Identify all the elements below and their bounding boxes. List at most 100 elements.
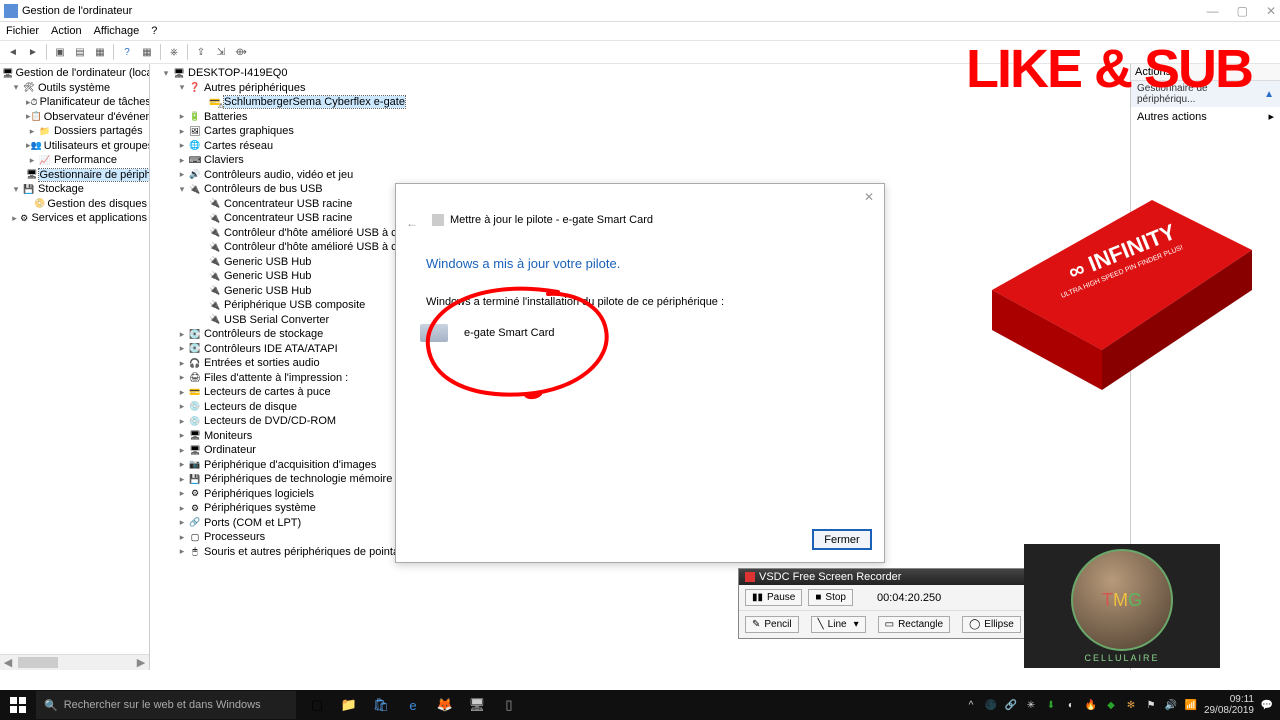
tree-item[interactable]: Generic USB Hub bbox=[224, 285, 311, 297]
minimize-button[interactable]: — bbox=[1207, 4, 1219, 18]
tree-item[interactable]: Cartes réseau bbox=[204, 140, 273, 152]
tree-item[interactable]: Concentrateur USB racine bbox=[224, 212, 352, 224]
rectangle-tool[interactable]: ▭Rectangle bbox=[878, 616, 950, 633]
tree-item[interactable]: Processeurs bbox=[204, 531, 265, 543]
tree-item[interactable]: Périphérique d'acquisition d'images bbox=[204, 459, 376, 471]
forward-button[interactable]: ► bbox=[24, 43, 42, 61]
ellipse-tool[interactable]: ◯Ellipse bbox=[962, 616, 1021, 633]
tree-item[interactable]: Performance bbox=[54, 154, 117, 166]
tree-item[interactable]: Périphériques logiciels bbox=[204, 488, 314, 500]
scroll-left[interactable]: ◀ bbox=[0, 655, 16, 670]
toolbar-icon[interactable]: ▣ bbox=[51, 43, 69, 61]
tree-item[interactable]: Souris et autres périphériques de pointa… bbox=[204, 546, 411, 558]
app-icon[interactable]: 🖥 bbox=[464, 692, 490, 718]
tree-item[interactable]: Lecteurs de DVD/CD-ROM bbox=[204, 415, 336, 427]
other-actions[interactable]: Autres actions▸ bbox=[1131, 107, 1280, 126]
edge-icon[interactable]: e bbox=[400, 692, 426, 718]
tree-services[interactable]: Services et applications bbox=[31, 212, 147, 224]
toolbar-icon[interactable]: ▤ bbox=[71, 43, 89, 61]
tree-item[interactable]: Ordinateur bbox=[204, 444, 256, 456]
tray-icon[interactable]: 🌑 bbox=[984, 698, 998, 712]
tree-item[interactable]: Ports (COM et LPT) bbox=[204, 517, 301, 529]
tree-computer[interactable]: DESKTOP-I419EQ0 bbox=[188, 67, 287, 79]
tree-item[interactable]: Planificateur de tâches bbox=[40, 96, 150, 108]
dialog-close-fermer-button[interactable]: Fermer bbox=[812, 529, 872, 550]
toolbar-icon[interactable]: ⟴ bbox=[232, 43, 250, 61]
store-icon[interactable]: 🛍 bbox=[368, 692, 394, 718]
menu-help[interactable]: ? bbox=[151, 25, 157, 37]
toolbar-icon[interactable]: ⎈ bbox=[165, 43, 183, 61]
tree-item[interactable]: Lecteurs de disque bbox=[204, 401, 297, 413]
tray-icon[interactable]: ✳ bbox=[1024, 698, 1038, 712]
tray-expand[interactable]: ^ bbox=[964, 698, 978, 712]
tray-icon[interactable]: ◆ bbox=[1104, 698, 1118, 712]
tree-item[interactable]: Contrôleurs audio, vidéo et jeu bbox=[204, 169, 353, 181]
tree-item[interactable]: Périphériques système bbox=[204, 502, 316, 514]
toolbar-icon[interactable]: ⇪ bbox=[192, 43, 210, 61]
tree-schlumberger[interactable]: SchlumbergerSema Cyberflex e-gate bbox=[224, 96, 405, 108]
menu-action[interactable]: Action bbox=[51, 25, 82, 37]
volume-icon[interactable]: 🔊 bbox=[1164, 698, 1178, 712]
stop-button[interactable]: ■Stop bbox=[808, 589, 853, 606]
tray-icon[interactable]: ⚑ bbox=[1144, 698, 1158, 712]
tray-icon[interactable]: ⬇ bbox=[1044, 698, 1058, 712]
clock[interactable]: 09:11 29/08/2019 bbox=[1204, 694, 1254, 716]
tree-item[interactable]: Observateur d'événeme bbox=[44, 111, 150, 123]
tree-item[interactable]: Generic USB Hub bbox=[224, 270, 311, 282]
tree-sys[interactable]: Outils système bbox=[38, 82, 110, 94]
tree-item[interactable]: Files d'attente à l'impression : bbox=[204, 372, 348, 384]
back-button[interactable]: ◄ bbox=[4, 43, 22, 61]
app-icon[interactable]: ▯ bbox=[496, 692, 522, 718]
task-view-icon[interactable]: ▢ bbox=[304, 692, 330, 718]
tree-usb[interactable]: Contrôleurs de bus USB bbox=[204, 183, 323, 195]
tree-item[interactable]: Entrées et sorties audio bbox=[204, 357, 320, 369]
tree-item[interactable]: Contrôleurs IDE ATA/ATAPI bbox=[204, 343, 338, 355]
tree-item[interactable]: Lecteurs de cartes à puce bbox=[204, 386, 331, 398]
tree-item-device-manager[interactable]: Gestionnaire de périphé bbox=[39, 169, 150, 181]
tree-item[interactable]: Moniteurs bbox=[204, 430, 252, 442]
help-icon[interactable]: ? bbox=[118, 43, 136, 61]
dialog-back-button[interactable]: ← bbox=[406, 216, 418, 230]
notifications-icon[interactable]: 💬 bbox=[1260, 698, 1274, 712]
taskbar[interactable]: 🔍 Rechercher sur le web et dans Windows … bbox=[0, 690, 1280, 720]
toolbar-icon[interactable]: ⇲ bbox=[212, 43, 230, 61]
tray-icon[interactable]: 🔗 bbox=[1004, 698, 1018, 712]
toolbar-icon[interactable]: ▦ bbox=[138, 43, 156, 61]
tree-other-devices[interactable]: Autres périphériques bbox=[204, 82, 306, 94]
collapse-icon[interactable]: ▲ bbox=[1264, 89, 1274, 100]
toolbar-icon[interactable]: ▦ bbox=[91, 43, 109, 61]
scroll-thumb[interactable] bbox=[18, 657, 58, 668]
dialog-close-button[interactable]: ✕ bbox=[864, 190, 874, 204]
tree-root[interactable]: Gestion de l'ordinateur (local) bbox=[15, 67, 150, 79]
pencil-tool[interactable]: ✎Pencil bbox=[745, 616, 799, 633]
tray-icon[interactable]: 🔥 bbox=[1084, 698, 1098, 712]
close-button[interactable]: ✕ bbox=[1266, 4, 1276, 18]
tree-storage[interactable]: Stockage bbox=[38, 183, 84, 195]
tree-item[interactable]: Generic USB Hub bbox=[224, 256, 311, 268]
tree-item[interactable]: Périphérique USB composite bbox=[224, 299, 365, 311]
tray-icon[interactable]: ✻ bbox=[1124, 698, 1138, 712]
menu-file[interactable]: Fichier bbox=[6, 25, 39, 37]
tree-item[interactable]: Gestion des disques bbox=[47, 198, 147, 210]
start-button[interactable] bbox=[0, 690, 36, 720]
menu-view[interactable]: Affichage bbox=[94, 25, 140, 37]
scroll-right[interactable]: ▶ bbox=[133, 655, 149, 670]
pause-button[interactable]: ▮▮Pause bbox=[745, 589, 802, 606]
tree-item[interactable]: Périphériques de technologie mémoire bbox=[204, 473, 392, 485]
tree-item[interactable]: Batteries bbox=[204, 111, 247, 123]
network-icon[interactable]: 📶 bbox=[1184, 698, 1198, 712]
firefox-icon[interactable]: 🦊 bbox=[432, 692, 458, 718]
tree-item[interactable]: Dossiers partagés bbox=[54, 125, 143, 137]
line-tool[interactable]: ╲Line▾ bbox=[811, 616, 866, 633]
tray-icon[interactable]: ◐ bbox=[1064, 698, 1078, 712]
left-tree[interactable]: 🖥Gestion de l'ordinateur (local) ▾🛠Outil… bbox=[0, 64, 150, 670]
search-box[interactable]: 🔍 Rechercher sur le web et dans Windows bbox=[36, 691, 296, 719]
explorer-icon[interactable]: 📁 bbox=[336, 692, 362, 718]
maximize-button[interactable]: ▢ bbox=[1237, 4, 1248, 18]
tree-item[interactable]: Contrôleurs de stockage bbox=[204, 328, 323, 340]
tree-item[interactable]: USB Serial Converter bbox=[224, 314, 329, 326]
tree-item[interactable]: Utilisateurs et groupes l bbox=[44, 140, 150, 152]
tree-item[interactable]: Claviers bbox=[204, 154, 244, 166]
tree-item[interactable]: Concentrateur USB racine bbox=[224, 198, 352, 210]
tree-item[interactable]: Cartes graphiques bbox=[204, 125, 294, 137]
